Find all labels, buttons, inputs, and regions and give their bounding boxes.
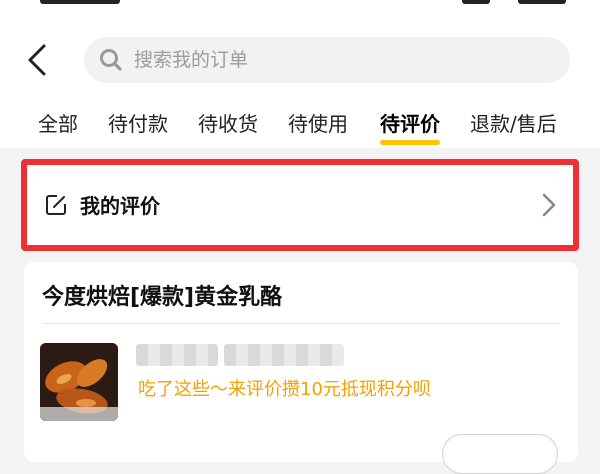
chevron-left-icon — [28, 44, 46, 76]
tab-refund-aftersales[interactable]: 退款/售后 — [470, 108, 557, 137]
chevron-right-icon — [542, 193, 556, 217]
tab-pending-review[interactable]: 待评价 — [380, 108, 440, 137]
review-promo-text: 吃了这些～来评价攒10元抵现积分呗 — [138, 379, 431, 400]
shop-name[interactable]: 今度烘焙[爆款]黄金乳酪 — [42, 279, 282, 311]
my-reviews-label: 我的评价 — [80, 194, 160, 218]
product-thumbnail[interactable] — [40, 343, 118, 421]
divider — [42, 323, 560, 324]
blurred-product-name — [136, 344, 218, 366]
tab-pending-receipt[interactable]: 待收货 — [198, 108, 258, 137]
active-tab-indicator — [380, 140, 440, 145]
status-bar-remnant — [40, 0, 120, 4]
search-icon — [100, 49, 122, 71]
tab-pending-use[interactable]: 待使用 — [288, 108, 348, 137]
top-bar: 全部 待付款 待收货 待使用 待评价 退款/售后 — [0, 0, 600, 148]
food-image — [40, 343, 118, 421]
edit-icon — [46, 195, 66, 215]
my-reviews-card: 我的评价 — [24, 162, 578, 248]
back-button[interactable] — [22, 40, 56, 80]
search-bar[interactable] — [84, 37, 570, 83]
review-action-button[interactable] — [442, 434, 558, 474]
tab-all[interactable]: 全部 — [38, 108, 78, 137]
order-card[interactable]: 今度烘焙[爆款]黄金乳酪 吃了这些～来评价攒10元抵现积分呗 — [24, 262, 578, 474]
tab-pending-payment[interactable]: 待付款 — [108, 108, 168, 137]
blurred-product-name — [224, 344, 344, 366]
status-bar-remnant — [462, 0, 490, 4]
search-input[interactable] — [132, 48, 556, 72]
status-bar-remnant — [518, 0, 566, 4]
my-reviews-row[interactable]: 我的评价 — [24, 162, 578, 248]
